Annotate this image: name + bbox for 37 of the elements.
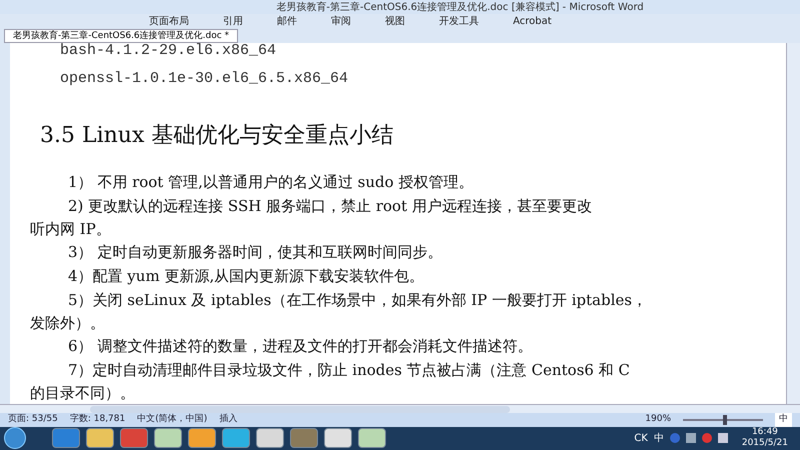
paragraph-line: 听内网 IP。 [30, 219, 111, 240]
word-count[interactable]: 字数: 18,781 [70, 413, 126, 427]
ribbon-tab[interactable]: 页面布局 [145, 14, 193, 29]
start-button[interactable] [4, 427, 26, 450]
language-indicator[interactable]: 中文(简体，中国) [137, 413, 208, 427]
code-line: openssl-1.0.1e-30.el6_6.5.x86_64 [60, 69, 348, 89]
horizontal-scrollbar[interactable] [0, 404, 800, 414]
paragraph-line: 5）关闭 seLinux 及 iptables（在工作场景中，如果有外部 IP 一般要打开 iptables， [67, 290, 647, 311]
ribbon-tab[interactable]: 开发工具 [435, 14, 483, 29]
clock[interactable]: 16:49 2015/5/21 [734, 427, 796, 450]
clock-time: 16:49 [752, 427, 778, 438]
ime-indicator[interactable]: 中 [775, 413, 792, 427]
paragraph-line: 发除外）。 [30, 313, 105, 334]
document-tab[interactable]: 老男孩教育-第三章-CentOS6.6连接管理及优化.doc * [4, 29, 238, 43]
paragraph-line: 1） 不用 root 管理,以普通用户的名义通过 sudo 授权管理。 [67, 172, 474, 193]
tray-item[interactable]: 中 [654, 430, 664, 446]
page-count[interactable]: 页面: 53/55 [8, 413, 58, 427]
paragraph-line: 6） 调整文件描述符的数量，进程及文件的打开都会消耗文件描述符。 [67, 336, 532, 357]
code-line: bash-4.1.2-29.el6.x86_64 [60, 43, 276, 61]
tray-item[interactable]: CK [634, 430, 648, 446]
ribbon-tab[interactable]: Acrobat [509, 14, 556, 29]
window-title: 老男孩教育-第三章-CentOS6.6连接管理及优化.doc [兼容模式] - Microsoft Word [275, 0, 644, 14]
clock-date: 2015/5/21 [742, 438, 788, 450]
zoom-level[interactable]: 190% [645, 413, 671, 427]
vertical-scrollbar[interactable] [786, 43, 800, 404]
ribbon-tab[interactable]: 视图 [381, 14, 409, 29]
paragraph-line: 2) 更改默认的远程连接 SSH 服务端口，禁止 root 用户远程连接，甚至要更改 [67, 196, 592, 217]
ribbon-tab[interactable]: 引用 [219, 14, 247, 29]
section-heading: 3.5 Linux 基础优化与安全重点小结 [40, 122, 394, 150]
paragraph-line: 的目录不同）。 [30, 383, 135, 404]
zoom-thumb[interactable] [723, 415, 727, 426]
ribbon-tab[interactable]: 审阅 [327, 14, 355, 29]
ribbon-tab[interactable]: 邮件 [273, 14, 301, 29]
paragraph-line: 3） 定时自动更新服务器时间，使其和互联网时间同步。 [67, 242, 442, 263]
paragraph-line: 4）配置 yum 更新源,从国内更新源下载安装软件包。 [67, 266, 424, 287]
paragraph-line: 7）定时自动清理邮件目录垃圾文件，防止 inodes 节点被占满（注意 Centos6 和 C [67, 360, 630, 381]
insert-mode[interactable]: 插入 [219, 413, 238, 427]
